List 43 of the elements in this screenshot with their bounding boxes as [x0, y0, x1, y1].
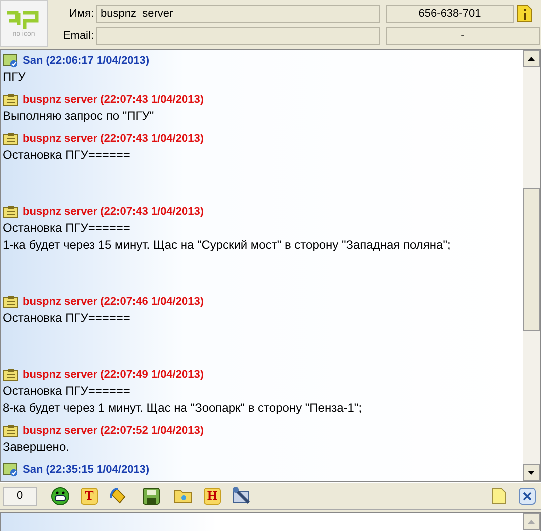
status-field: -: [386, 27, 540, 45]
contact-card-icon: [3, 132, 19, 146]
contact-card-icon: [3, 206, 19, 218]
contact-card-icon: [3, 94, 19, 106]
info-icon[interactable]: [517, 5, 533, 23]
message-header: San (22:35:15 1/04/2013): [23, 463, 150, 478]
message-header: San (22:06:17 1/04/2013): [23, 54, 150, 69]
uin-field: 656-638-701: [386, 5, 514, 23]
counter-field: 0: [3, 486, 37, 506]
contact-check-icon: [3, 54, 19, 68]
tools-icon[interactable]: [231, 485, 253, 507]
message-text: 1-ка будет через 15 минут. Щас на "Сурский мост" в сторону "Западная поляна";: [3, 237, 452, 254]
message-header: buspnz server (22:07:49 1/04/2013): [23, 368, 204, 383]
arrow-up-icon: [528, 56, 535, 60]
format-button[interactable]: H: [204, 488, 221, 504]
message-header: buspnz server (22:07:43 1/04/2013): [23, 93, 204, 108]
floppy-disk-icon[interactable]: [140, 485, 162, 507]
email-label: Email:: [62, 29, 95, 44]
message-text: Остановка ПГУ======: [3, 220, 132, 237]
message-header: buspnz server (22:07:46 1/04/2013): [23, 295, 204, 310]
message-header: buspnz server (22:07:43 1/04/2013): [23, 205, 204, 220]
message-header: buspnz server (22:07:43 1/04/2013): [23, 132, 204, 147]
scrollbar-thumb[interactable]: [523, 188, 540, 331]
close-icon[interactable]: [516, 485, 538, 507]
message-text: Остановка ПГУ======: [3, 310, 132, 327]
contact-card-icon: [3, 368, 19, 382]
scroll-down-button[interactable]: [523, 464, 540, 481]
message-text: 8-ка будет через 1 минут. Щас на "Зоопарк" в сторону "Пенза-1";: [3, 400, 364, 417]
message-text: Завершено.: [3, 439, 70, 456]
arrow-down-icon: [528, 470, 535, 474]
message-text: Выполняю запрос по "ПГУ": [3, 108, 156, 125]
format-button[interactable]: T: [81, 488, 98, 504]
smiley-icon[interactable]: [49, 485, 71, 507]
message-text: Остановка ПГУ======: [3, 147, 132, 164]
contact-check-icon: [3, 463, 19, 477]
scroll-up-button[interactable]: [523, 50, 540, 67]
message-text: Остановка ПГУ======: [3, 383, 132, 400]
message-header: buspnz server (22:07:52 1/04/2013): [23, 424, 204, 439]
name-label: Имя:: [68, 7, 95, 22]
contact-card-icon: [3, 424, 19, 438]
name-field: buspnz server: [96, 5, 380, 23]
contact-card-icon: [3, 296, 19, 308]
message-text: ПГУ: [3, 69, 27, 86]
